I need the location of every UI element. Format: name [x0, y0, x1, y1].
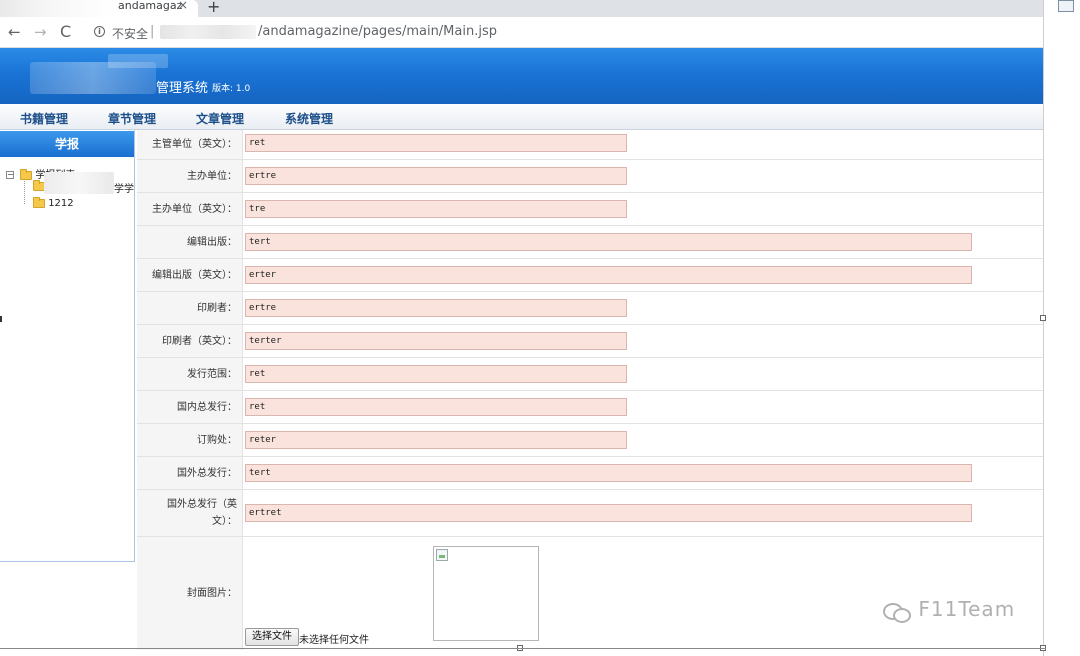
form-row: 国外总发行： [137, 457, 1043, 490]
field-label: 封面图片： [137, 537, 243, 650]
editor-publisher-en-input[interactable] [245, 266, 972, 284]
field-label: 印刷者： [137, 292, 243, 324]
address-separator: | [150, 24, 155, 39]
choose-file-button[interactable]: 选择文件 [245, 628, 299, 646]
sidebar: 学报 − 学报列表 学学 1212 [0, 130, 135, 562]
menu-item-articles[interactable]: 文章管理 [196, 110, 244, 127]
left-edge-marker [0, 316, 2, 322]
journal-info-form: 主管单位（英文）： 主办单位： 主办单位（英文）： 编辑出版： 编辑出版（英文）… [137, 130, 1043, 650]
subscription-office-input[interactable] [245, 431, 627, 449]
document-icon [1058, 0, 1074, 12]
tree-collapse-icon[interactable]: − [6, 171, 14, 179]
form-row: 主办单位： [137, 160, 1043, 193]
form-row: 主办单位（英文）： [137, 193, 1043, 226]
host-org-input[interactable] [245, 167, 627, 185]
field-cell [243, 358, 1043, 390]
editor-publisher-input[interactable] [245, 233, 972, 251]
tree-node-2-label: 1212 [48, 198, 74, 209]
overseas-distributor-en-input[interactable] [245, 504, 972, 522]
menu-item-system[interactable]: 系统管理 [285, 110, 333, 127]
browser-tab[interactable]: andamagaz × [0, 0, 198, 17]
app-header: 管理系统 版本: 1.0 [0, 48, 1043, 104]
folder-icon [20, 168, 33, 180]
blurred-tab-favicon [0, 0, 118, 17]
forward-button[interactable]: → [34, 23, 47, 41]
folder-icon [33, 196, 45, 208]
field-cell [243, 292, 1043, 324]
info-icon[interactable]: i [94, 26, 105, 37]
field-cell [243, 130, 1043, 159]
new-tab-button[interactable]: + [207, 0, 220, 16]
tab-close-icon[interactable]: × [178, 0, 188, 11]
tree-node-1-label-wrap: 学学 [114, 180, 134, 195]
cover-image-preview [433, 546, 539, 641]
address-bar-url[interactable]: /andamagazine/pages/main/Main.jsp [258, 24, 497, 39]
field-label: 编辑出版： [137, 226, 243, 258]
form-row-cover: 封面图片： 选择文件 未选择任何文件 [137, 537, 1043, 650]
form-row: 主管单位（英文）： [137, 130, 1043, 160]
blurred-url-host [160, 25, 256, 39]
sponsor-org-en-input[interactable] [245, 134, 627, 152]
field-label: 编辑出版（英文）： [137, 259, 243, 291]
blurred-tree-label [44, 172, 114, 194]
menu-item-chapters[interactable]: 章节管理 [108, 110, 156, 127]
form-row: 发行范围： [137, 358, 1043, 391]
field-label: 国内总发行： [137, 391, 243, 423]
field-cell [243, 193, 1043, 225]
field-cell [243, 325, 1043, 357]
field-label: 主办单位： [137, 160, 243, 192]
system-title: 管理系统 [156, 81, 209, 96]
main-menu-bar: 书籍管理 章节管理 文章管理 系统管理 [0, 104, 1043, 130]
field-cell: 选择文件 未选择任何文件 [243, 537, 1043, 650]
field-cell [243, 259, 1043, 291]
field-label: 国外总发行（英文）： [137, 490, 243, 536]
browser-tab-strip: andamagaz × + [0, 0, 1043, 17]
form-row: 国内总发行： [137, 391, 1043, 424]
file-status-text: 未选择任何文件 [299, 635, 369, 646]
field-cell [243, 424, 1043, 456]
version-label: 版本: 1.0 [212, 84, 251, 94]
form-row: 印刷者： [137, 292, 1043, 325]
field-label: 主办单位（英文）： [137, 193, 243, 225]
browser-toolbar: ← → C i 不安全 | /andamagazine/pages/main/M… [0, 17, 1043, 48]
form-row: 国外总发行（英文）： [137, 490, 1043, 537]
security-status-label[interactable]: 不安全 [112, 25, 148, 42]
tab-title: andamagaz [118, 0, 183, 12]
right-margin [1043, 0, 1080, 656]
back-button[interactable]: ← [8, 23, 21, 41]
bottom-border [0, 648, 1046, 649]
field-label: 发行范围： [137, 358, 243, 390]
field-label: 订购处： [137, 424, 243, 456]
form-row: 订购处： [137, 424, 1043, 457]
sidebar-title: 学报 [0, 131, 134, 157]
printer-en-input[interactable] [245, 332, 627, 350]
reload-button[interactable]: C [60, 23, 71, 41]
overseas-distributor-input[interactable] [245, 464, 972, 482]
form-row: 编辑出版： [137, 226, 1043, 259]
field-cell [243, 391, 1043, 423]
resize-handle[interactable] [1040, 315, 1046, 321]
field-cell [243, 160, 1043, 192]
domestic-distributor-input[interactable] [245, 398, 627, 416]
menu-item-books[interactable]: 书籍管理 [20, 110, 68, 127]
tree-node-1-label: 学学 [114, 184, 134, 195]
watermark: F11Team [883, 597, 1016, 623]
form-row: 编辑出版（英文）： [137, 259, 1043, 292]
field-cell [243, 490, 1043, 536]
blurred-logo-text [108, 54, 168, 68]
distribution-scope-input[interactable] [245, 365, 627, 383]
field-label: 国外总发行： [137, 457, 243, 489]
tree-node-2[interactable]: 1212 [33, 196, 74, 209]
field-label: 主管单位（英文）： [137, 130, 243, 159]
field-cell [243, 226, 1043, 258]
host-org-en-input[interactable] [245, 200, 627, 218]
printer-input[interactable] [245, 299, 627, 317]
form-row: 印刷者（英文）： [137, 325, 1043, 358]
wechat-icon [883, 601, 911, 623]
broken-image-icon [436, 549, 448, 561]
field-cell [243, 457, 1043, 489]
tree-connector [24, 177, 25, 204]
field-label: 印刷者（英文）： [137, 325, 243, 357]
watermark-text: F11Team [918, 597, 1016, 621]
